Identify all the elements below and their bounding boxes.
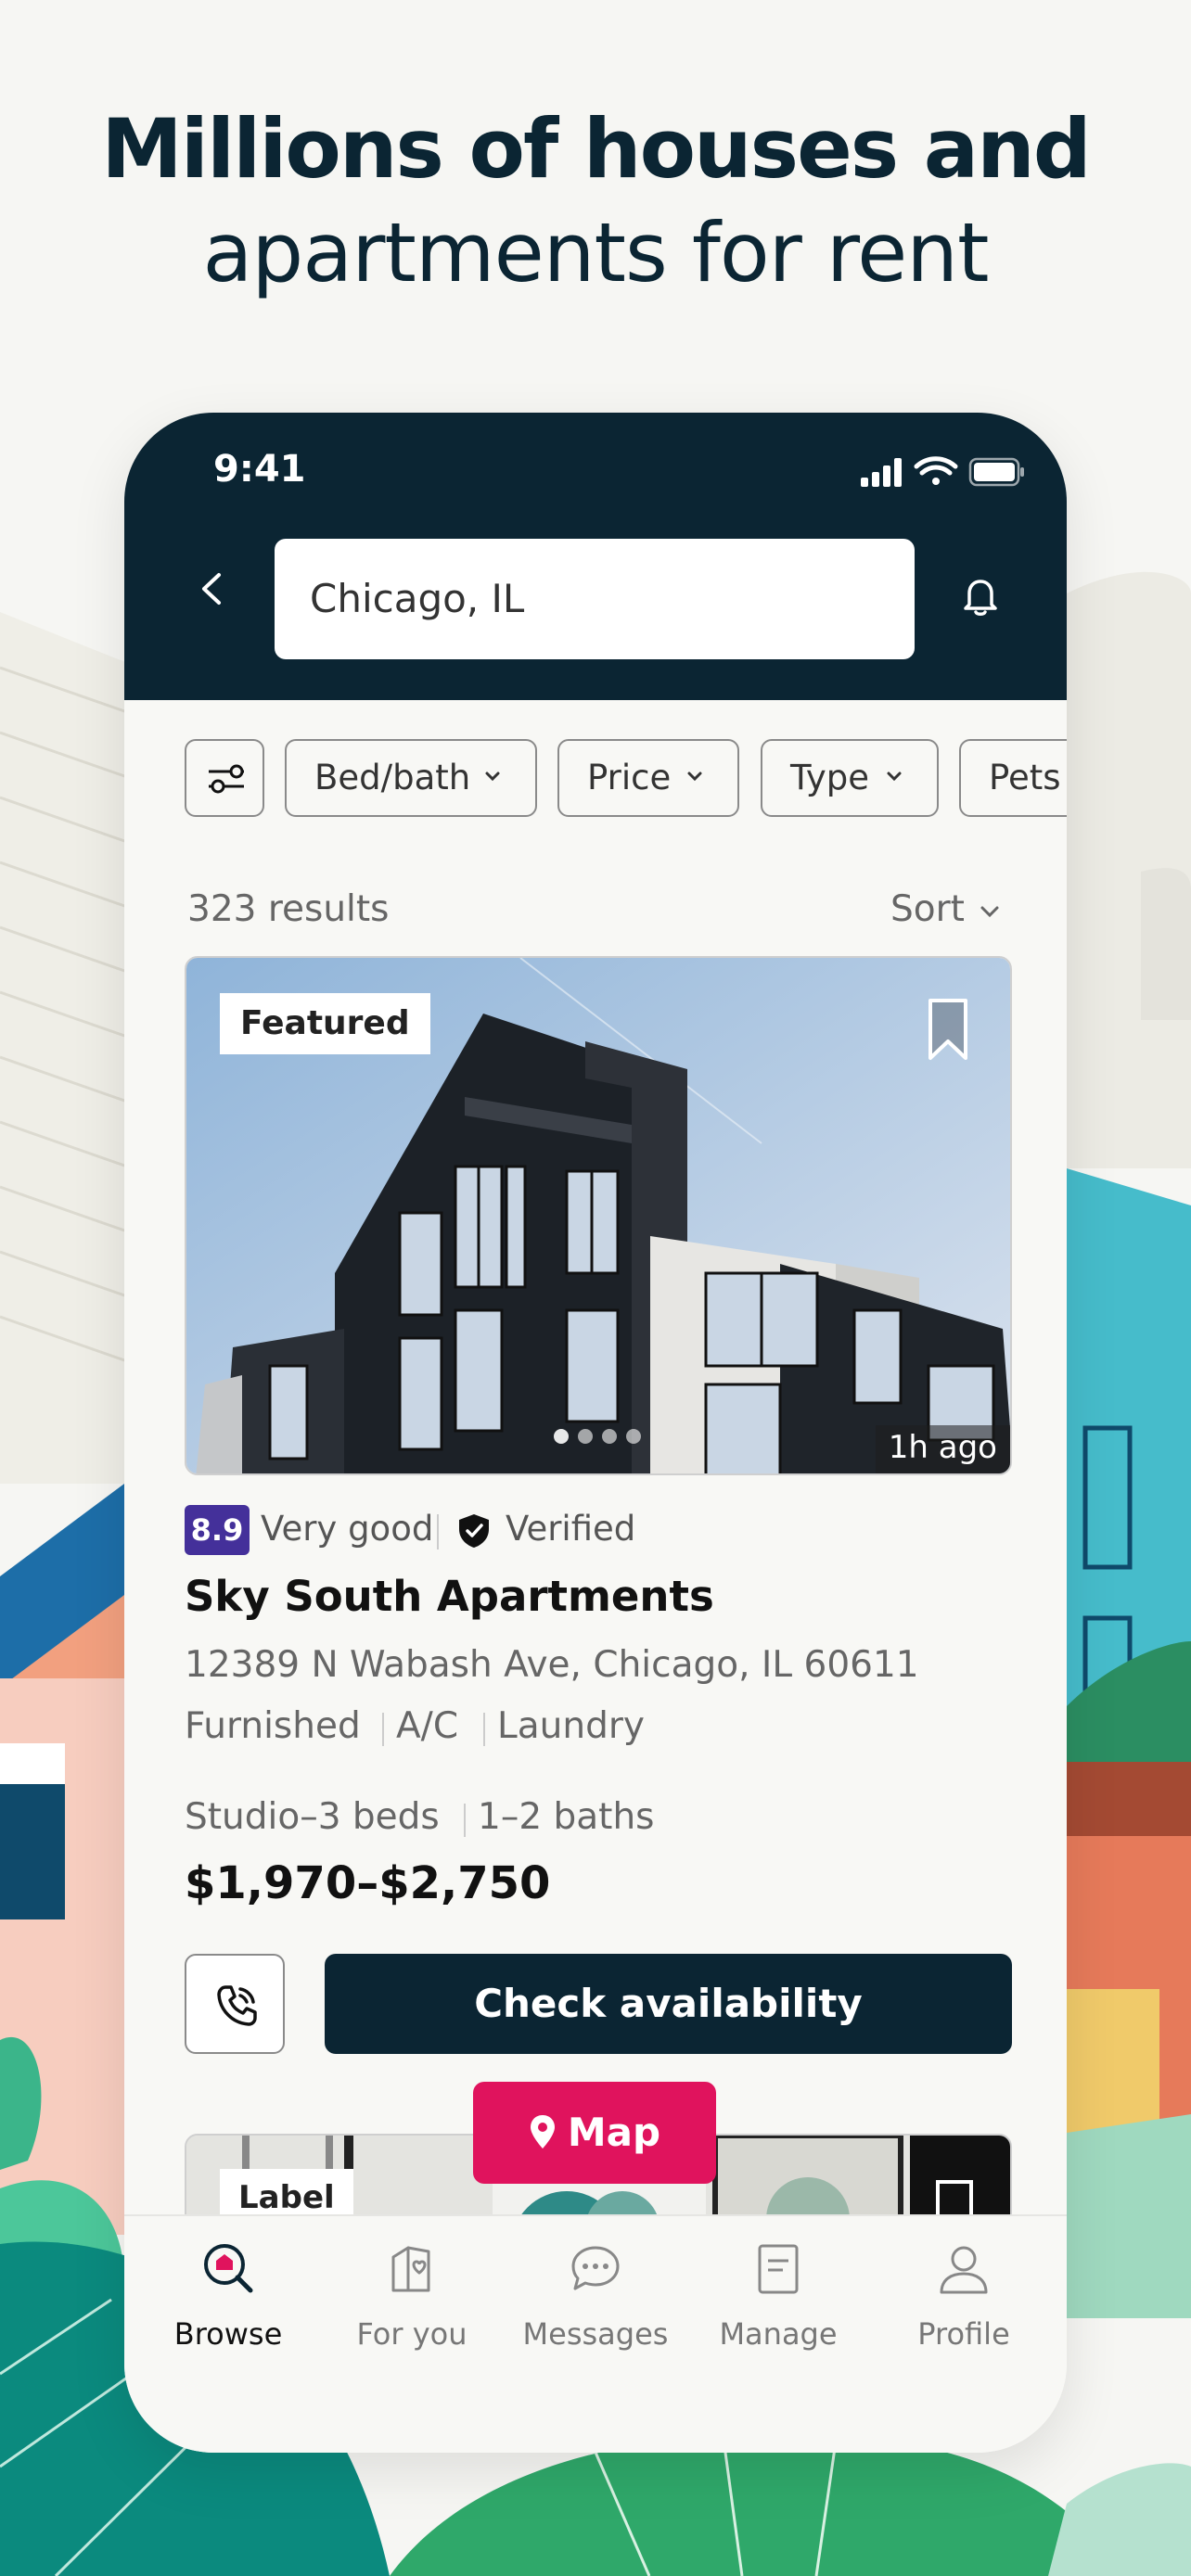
bookmark-icon[interactable] [925,997,971,1064]
filter-chip-label: Type [790,758,869,797]
chevron-down-icon [485,772,500,782]
map-pin-icon [530,2114,555,2149]
phone-call-icon [217,1985,257,2026]
listing-name[interactable]: Sky South Apartments [185,1572,714,1621]
signal-icon [861,458,902,487]
call-button[interactable] [185,1954,285,2054]
photo-pagination-dots [554,1429,650,1447]
tab-label: Manage [719,2316,838,2352]
listing-photo[interactable]: Featured 1h ago [185,956,1012,1475]
tab-label: For you [356,2316,467,2352]
bottom-tab-bar: Browse For you Messages Manage Profile [124,2214,1067,2453]
pagination-dot [602,1429,617,1444]
filter-settings-button[interactable] [185,739,264,817]
baths-label: 1–2 baths [478,1796,655,1838]
divider [483,1713,485,1746]
filter-chip-type[interactable]: Type [761,739,939,817]
tab-label: Profile [917,2316,1010,2352]
tab-label: Messages [522,2316,669,2352]
filter-chip-bed-bath[interactable]: Bed/bath [285,739,537,817]
filter-bar: Bed/bath Price Type Pets [185,739,1067,817]
tab-for-you[interactable]: For you [319,2216,505,2365]
check-availability-button[interactable]: Check availability [325,1954,1012,2054]
wifi-icon [914,456,958,485]
chevron-down-icon [687,772,702,782]
profile-person-icon [940,2246,988,2294]
tab-label: Browse [173,2316,283,2352]
verified-shield-icon [459,1514,489,1548]
status-icons [861,456,1024,487]
browse-search-icon [204,2244,253,2293]
manage-document-icon [758,2244,799,2294]
pagination-dot-active [554,1429,569,1444]
filter-chip-price[interactable]: Price [557,739,739,817]
verified-label: Verified [506,1509,636,1549]
listing-address: 12389 N Wabash Ave, Chicago, IL 60611 [185,1644,919,1686]
filter-chip-label: Pets [989,758,1061,797]
map-button-label: Map [567,2110,661,2155]
status-time: 9:41 [213,448,306,491]
chevron-down-icon [980,906,999,918]
phone-frame: 9:41 Chicago, IL Bed/bath Price Type Pet… [124,413,1067,2453]
results-count: 323 results [187,888,390,930]
beds-label: Studio–3 beds [185,1796,440,1838]
headline-line-1: Millions of houses and [101,101,1092,197]
divider [382,1713,384,1746]
for-you-house-icon [391,2246,430,2292]
tab-manage[interactable]: Manage [685,2216,871,2365]
tab-profile[interactable]: Profile [871,2216,1057,2365]
listing-age: 1h ago [875,1425,1010,1473]
map-button[interactable]: Map [473,2082,716,2184]
tab-browse[interactable]: Browse [135,2216,321,2365]
filter-chip-label: Price [587,758,672,797]
featured-badge: Featured [220,993,430,1054]
filter-chip-label: Bed/bath [314,758,471,797]
rating-score-badge: 8.9 [185,1505,250,1555]
messages-bubble-icon [571,2246,620,2290]
location-search-input[interactable]: Chicago, IL [275,539,915,659]
headline: Millions of houses and apartments for re… [0,97,1191,305]
amenity: A/C [396,1705,459,1747]
headline-line-2: apartments for rent [202,205,990,300]
amenity: Furnished [185,1705,361,1747]
pagination-dot [578,1429,593,1444]
listing-price: $1,970–$2,750 [185,1857,551,1909]
filter-sliders-icon [209,764,244,794]
back-chevron-icon[interactable] [189,566,236,612]
divider [464,1804,466,1837]
amenity: Laundry [497,1705,645,1747]
filter-chip-pets[interactable]: Pets [959,739,1067,817]
notification-bell-icon[interactable] [957,573,1004,619]
sort-button[interactable]: Sort [890,888,965,930]
pagination-dot [626,1429,641,1444]
divider [437,1514,439,1549]
rating-label: Very good [261,1509,434,1549]
tab-messages[interactable]: Messages [503,2216,688,2365]
chevron-down-icon [887,772,902,782]
battery-icon [968,457,1024,487]
app-header: 9:41 Chicago, IL [124,413,1067,700]
